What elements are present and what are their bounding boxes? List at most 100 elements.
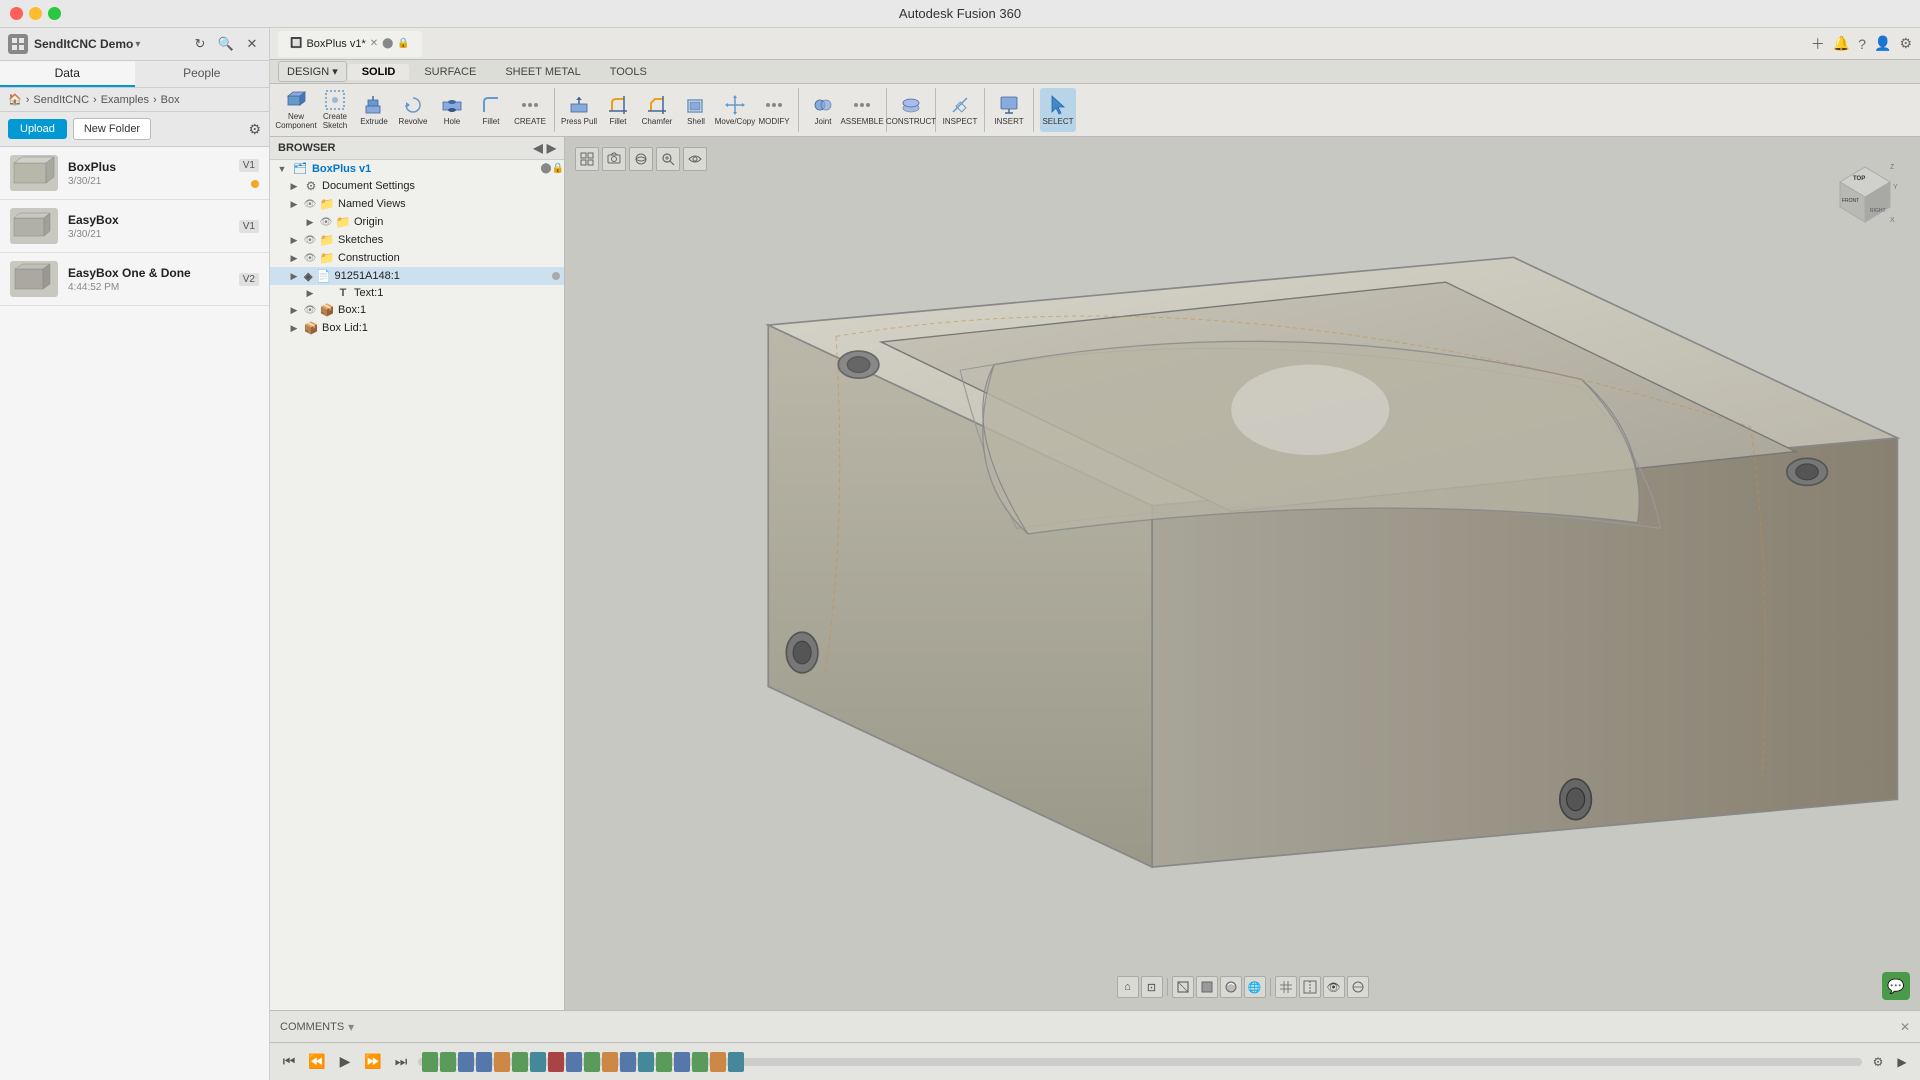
tree-item-origin[interactable]: ▶ 👁 📁 Origin — [270, 213, 564, 231]
settings-tab-icon[interactable]: ⚙ — [1899, 35, 1912, 52]
close-icon[interactable]: ✕ — [243, 35, 261, 53]
tl-item-5[interactable] — [512, 1052, 528, 1072]
fillet-btn[interactable]: Fillet — [473, 88, 509, 132]
tl-item-13[interactable] — [656, 1052, 672, 1072]
tree-item-box1[interactable]: ▶ 👁 📦 Box:1 — [270, 301, 564, 319]
assemble-more-btn[interactable]: ASSEMBLE — [844, 88, 880, 132]
tl-item-15[interactable] — [692, 1052, 708, 1072]
tree-expand-named-views[interactable]: ▶ — [286, 199, 302, 210]
file-item-easyboxone[interactable]: EasyBox One & Done 4:44:52 PM V2 — [0, 253, 269, 306]
vpb-grid-display-btn[interactable] — [1275, 976, 1297, 998]
minimize-button[interactable] — [29, 7, 42, 20]
refresh-icon[interactable]: ↻ — [191, 35, 209, 53]
create-box-btn[interactable]: NewComponent — [278, 88, 314, 132]
upload-button[interactable]: Upload — [8, 119, 67, 139]
tree-root-pin[interactable]: ⬤ — [540, 163, 551, 174]
timeline-next-btn[interactable]: ⏩ — [362, 1051, 384, 1073]
chamfer-btn[interactable]: Chamfer — [639, 88, 675, 132]
vpb-wireframe-btn[interactable] — [1172, 976, 1194, 998]
vpt-look-at-btn[interactable] — [683, 147, 707, 171]
more-create-btn[interactable]: CREATE — [512, 88, 548, 132]
vpb-fit-btn[interactable]: ⊡ — [1141, 976, 1163, 998]
comments-toggle[interactable]: COMMENTS ▾ — [280, 1020, 354, 1034]
tree-eye-named-views[interactable]: 👁 — [302, 199, 318, 210]
vpb-orbit-type-btn[interactable] — [1347, 976, 1369, 998]
vpb-section-btn[interactable] — [1299, 976, 1321, 998]
tree-item-boxlid1[interactable]: ▶ 📦 Box Lid:1 — [270, 319, 564, 337]
file-item-easybox[interactable]: EasyBox 3/30/21 V1 — [0, 200, 269, 253]
timeline-settings-btn[interactable]: ⚙ — [1868, 1052, 1888, 1072]
tab-people[interactable]: People — [135, 61, 270, 87]
breadcrumb-home[interactable]: 🏠 — [8, 93, 22, 106]
joint-btn[interactable]: Joint — [805, 88, 841, 132]
notification-icon[interactable]: 🔔 — [1833, 35, 1850, 52]
modify-more-btn[interactable]: MODIFY — [756, 88, 792, 132]
vpt-zoom-btn[interactable] — [656, 147, 680, 171]
vpb-home-btn[interactable]: ⌂ — [1117, 976, 1139, 998]
close-button[interactable] — [10, 7, 23, 20]
hole-btn[interactable]: Hole — [434, 88, 470, 132]
vpt-orbit-btn[interactable] — [629, 147, 653, 171]
offset-plane-btn[interactable]: CONSTRUCT — [893, 88, 929, 132]
move-btn[interactable]: Move/Copy — [717, 88, 753, 132]
tl-item-2[interactable] — [458, 1052, 474, 1072]
tree-expand-text1[interactable]: ▶ — [302, 288, 318, 299]
fillet2-btn[interactable]: Fillet — [600, 88, 636, 132]
search-icon[interactable]: 🔍 — [217, 35, 235, 53]
timeline-track[interactable] — [418, 1058, 1862, 1066]
tl-item-14[interactable] — [674, 1052, 690, 1072]
toolbar-tab-tools[interactable]: TOOLS — [596, 64, 661, 80]
doc-tab-boxplus[interactable]: 🔲 BoxPlus v1* ✕ ⬤ 🔒 — [278, 31, 422, 57]
toolbar-tab-solid[interactable]: SOLID — [348, 64, 410, 80]
breadcrumb-examples[interactable]: Examples — [101, 94, 149, 106]
file-item-boxplus[interactable]: BoxPlus 3/30/21 V1 — [0, 147, 269, 200]
browser-collapse-icon[interactable]: ◀ — [534, 141, 543, 155]
vpb-appearance-btn[interactable] — [1220, 976, 1242, 998]
vpb-environment-btn[interactable]: 🌐 — [1244, 976, 1266, 998]
tree-expand-sketches[interactable]: ▶ — [286, 235, 302, 246]
tl-item-7[interactable] — [548, 1052, 564, 1072]
timeline-play-btn[interactable]: ▶ — [334, 1051, 356, 1073]
toolbar-tab-surface[interactable]: SURFACE — [410, 64, 490, 80]
design-dropdown[interactable]: DESIGN ▾ — [278, 61, 347, 82]
viewport[interactable]: TOP FRONT RIGHT Z Y X — [565, 137, 1920, 1010]
press-pull-btn[interactable]: Press Pull — [561, 88, 597, 132]
vpb-shaded-btn[interactable] — [1196, 976, 1218, 998]
tl-item-17[interactable] — [728, 1052, 744, 1072]
tl-item-8[interactable] — [566, 1052, 582, 1072]
tl-item-1[interactable] — [440, 1052, 456, 1072]
tl-item-0[interactable] — [422, 1052, 438, 1072]
timeline-start-btn[interactable]: ⏮ — [278, 1051, 300, 1073]
tree-eye-box1[interactable]: 👁 — [302, 305, 318, 316]
revolve-btn[interactable]: Revolve — [395, 88, 431, 132]
timeline-end-btn[interactable]: ⏭ — [390, 1051, 412, 1073]
timeline-collapse-btn[interactable]: ▶ — [1892, 1052, 1912, 1072]
tl-item-4[interactable] — [494, 1052, 510, 1072]
account-icon[interactable]: 👤 — [1874, 35, 1891, 52]
tree-root-lock[interactable]: 🔒 — [552, 163, 564, 174]
shell-btn[interactable]: Shell — [678, 88, 714, 132]
breadcrumb-senditcnc[interactable]: SendItCNC — [33, 94, 89, 106]
tree-item-document-settings[interactable]: ▶ ⚙ Document Settings — [270, 177, 564, 195]
vpt-grid-btn[interactable] — [575, 147, 599, 171]
breadcrumb-box[interactable]: Box — [161, 94, 180, 106]
app-dropdown-arrow[interactable]: ▾ — [135, 39, 140, 50]
tl-item-10[interactable] — [602, 1052, 618, 1072]
tree-expand-construction[interactable]: ▶ — [286, 253, 302, 264]
insert-btn[interactable]: INSERT — [991, 88, 1027, 132]
select-btn[interactable]: SELECT — [1040, 88, 1076, 132]
tree-item-91251[interactable]: ▶ ◈ 📄 91251A148:1 — [270, 267, 564, 285]
browser-expand-icon[interactable]: ▶ — [547, 141, 556, 155]
new-folder-button[interactable]: New Folder — [73, 118, 151, 140]
create-sketch-btn[interactable]: CreateSketch — [317, 88, 353, 132]
tl-item-16[interactable] — [710, 1052, 726, 1072]
settings-icon[interactable]: ⚙ — [248, 121, 261, 138]
doc-tab-pin[interactable]: ⬤ — [382, 38, 393, 49]
tree-eye-sketches[interactable]: 👁 — [302, 235, 318, 246]
tree-eye-construction[interactable]: 👁 — [302, 253, 318, 264]
tree-eye-origin[interactable]: 👁 — [318, 217, 334, 228]
comments-close-icon[interactable]: ✕ — [1900, 1020, 1910, 1034]
tree-item-named-views[interactable]: ▶ 👁 📁 Named Views — [270, 195, 564, 213]
tree-expand-91251[interactable]: ▶ — [286, 271, 302, 282]
tab-data[interactable]: Data — [0, 61, 135, 87]
